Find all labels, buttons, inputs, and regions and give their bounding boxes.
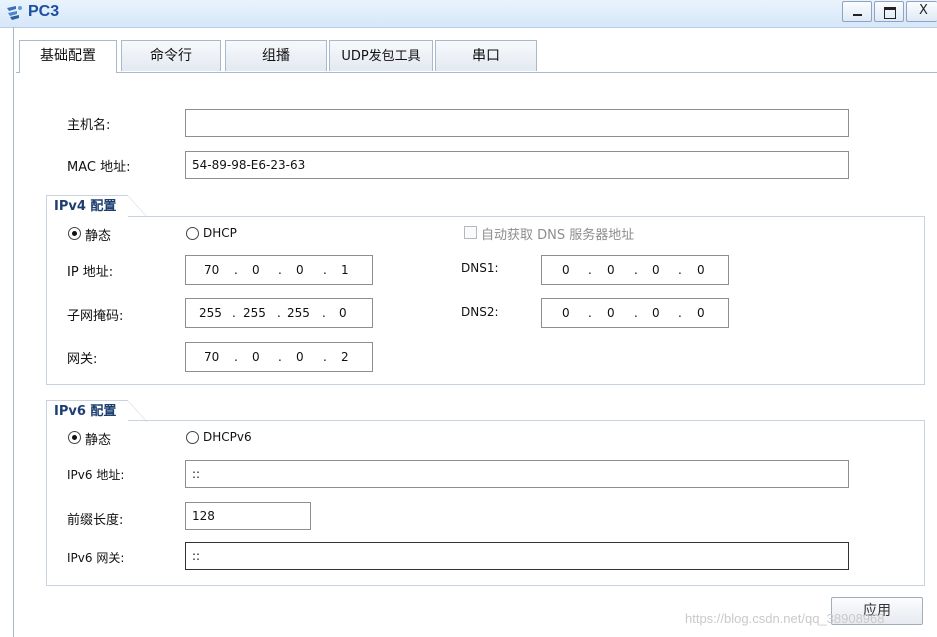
ipv6-dhcp-label: DHCPv6: [203, 430, 252, 444]
dns1-octet-3: 0: [652, 263, 660, 277]
dns1-octet-1: 0: [562, 263, 570, 277]
ipv6-gateway-input[interactable]: ::: [185, 542, 849, 570]
hostname-label: 主机名:: [67, 118, 111, 133]
ipv6-address-input[interactable]: ::: [185, 460, 849, 488]
title-bar: PC3 X: [0, 0, 937, 28]
mask-octet-1: 255: [199, 306, 222, 320]
auto-dns-label: 自动获取 DNS 服务器地址: [481, 228, 635, 243]
ipv6-group-title-edge: [127, 400, 147, 422]
ip-octet-2: 0: [252, 263, 260, 277]
dns1-octet-4: 0: [697, 263, 705, 277]
dns2-octet-1: 0: [562, 306, 570, 320]
mask-octet-4: 0: [339, 306, 347, 320]
dns2-octet-2: 0: [607, 306, 615, 320]
ipv4-static-radio[interactable]: [68, 227, 81, 240]
gateway-input[interactable]: 70 . 0 . 0 . 2: [185, 342, 373, 372]
ipv6-address-label: IPv6 地址:: [67, 468, 125, 482]
close-icon: X: [919, 3, 928, 18]
dns1-octet-2: 0: [607, 263, 615, 277]
minimize-icon: [853, 14, 862, 16]
mask-octet-2: 255: [243, 306, 266, 320]
maximize-button[interactable]: [874, 1, 904, 22]
window-frame-left: [13, 27, 14, 637]
mask-octet-3: 255: [287, 306, 310, 320]
gateway-octet-3: 0: [296, 350, 304, 364]
dns1-label: DNS1:: [461, 261, 499, 275]
ipv6-static-radio[interactable]: [68, 431, 81, 444]
prefix-length-label: 前缀长度:: [67, 513, 124, 528]
ip-octet-1: 70: [204, 263, 220, 277]
ipv4-group-title-edge: [127, 195, 147, 217]
ipv4-dhcp-label: DHCP: [203, 226, 237, 240]
gateway-octet-1: 70: [204, 350, 220, 364]
ipv4-dhcp-radio[interactable]: [186, 227, 199, 240]
tab-multicast[interactable]: 组播: [225, 40, 327, 71]
dns2-octet-3: 0: [652, 306, 660, 320]
ip-address-label: IP 地址:: [67, 265, 114, 280]
tab-udp-tool[interactable]: UDP发包工具: [329, 40, 433, 71]
gateway-label: 网关:: [67, 352, 98, 367]
ip-address-input[interactable]: 70 . 0 . 0 . 1: [185, 255, 373, 285]
mac-input[interactable]: 54-89-98-E6-23-63: [185, 151, 849, 179]
dns2-label: DNS2:: [461, 305, 499, 319]
ip-octet-3: 0: [296, 263, 304, 277]
ipv6-static-label: 静态: [85, 433, 112, 448]
gateway-octet-4: 2: [341, 350, 349, 364]
auto-dns-checkbox[interactable]: [464, 226, 477, 239]
tab-content-border: [16, 72, 937, 73]
tab-basic-config[interactable]: 基础配置: [19, 40, 117, 73]
ip-octet-4: 1: [341, 263, 349, 277]
mac-label: MAC 地址:: [67, 160, 131, 175]
dns2-octet-4: 0: [697, 306, 705, 320]
hostname-input[interactable]: [185, 109, 849, 137]
subnet-mask-label: 子网掩码:: [67, 309, 124, 324]
ipv6-group-title: IPv6 配置: [46, 400, 128, 422]
subnet-mask-input[interactable]: 255 . 255 . 255 . 0: [185, 298, 373, 328]
ipv6-dhcp-radio[interactable]: [186, 431, 199, 444]
prefix-length-input[interactable]: 128: [185, 502, 311, 530]
ipv6-gateway-label: IPv6 网关:: [67, 551, 125, 565]
ipv4-static-label: 静态: [85, 229, 112, 244]
minimize-button[interactable]: [842, 1, 872, 22]
tab-command-line[interactable]: 命令行: [121, 40, 221, 71]
dns2-input[interactable]: 0 . 0 . 0 . 0: [541, 298, 729, 328]
ipv4-group-title: IPv4 配置: [46, 195, 128, 217]
dns1-input[interactable]: 0 . 0 . 0 . 0: [541, 255, 729, 285]
network-device-icon: [7, 6, 22, 20]
maximize-icon: [884, 7, 896, 19]
close-button[interactable]: X: [906, 1, 937, 22]
gateway-octet-2: 0: [252, 350, 260, 364]
window-title: PC3: [28, 3, 60, 20]
tab-serial[interactable]: 串口: [435, 40, 537, 71]
watermark: https://blog.csdn.net/qq_38908968: [685, 611, 885, 626]
